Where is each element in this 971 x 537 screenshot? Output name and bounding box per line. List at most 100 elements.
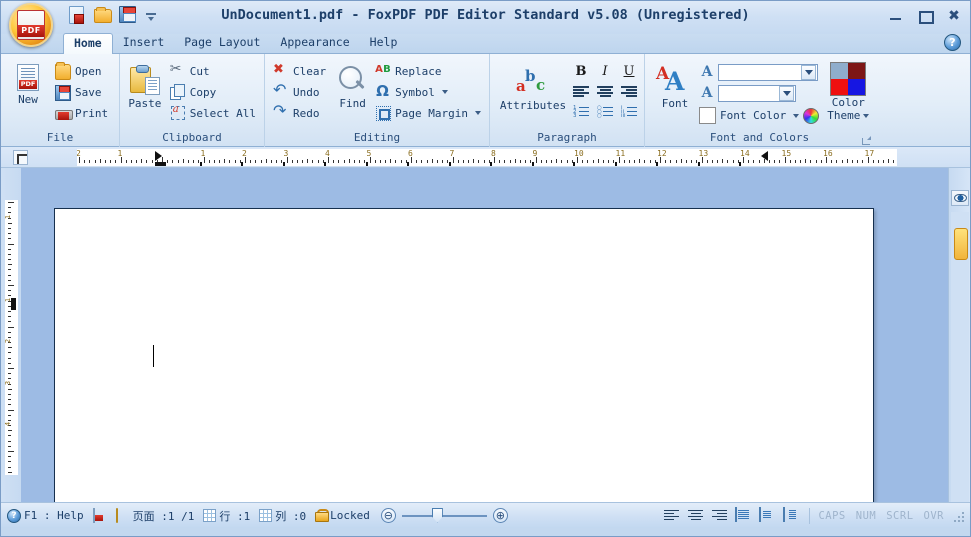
font-color-swatch[interactable] <box>699 107 716 124</box>
font-name-icon: A <box>701 64 713 80</box>
tab-insert[interactable]: Insert <box>113 33 175 53</box>
qat-customize-button[interactable] <box>144 6 163 25</box>
tab-help[interactable]: Help <box>360 33 408 53</box>
page-margin-button[interactable]: Page Margin <box>373 103 485 123</box>
chevron-down-icon[interactable] <box>475 111 481 115</box>
color-wheel-icon[interactable] <box>803 107 820 124</box>
maximize-button[interactable] <box>917 9 934 24</box>
window-controls: ✖ <box>888 9 962 24</box>
clear-button[interactable]: Clear <box>271 61 330 81</box>
zoom-out-button[interactable]: ⊖ <box>380 508 396 523</box>
align-center-icon <box>597 86 613 97</box>
page-view-fit-button[interactable] <box>759 506 777 524</box>
undo-button[interactable]: Undo <box>271 80 330 102</box>
chevron-down-icon[interactable] <box>863 113 870 118</box>
open-button[interactable]: Open <box>53 61 112 81</box>
align-right-button[interactable] <box>618 83 640 100</box>
close-button[interactable]: ✖ <box>946 9 962 23</box>
help-icon[interactable]: ? <box>944 34 961 51</box>
tab-stop-mark[interactable] <box>573 162 579 166</box>
qat-save-button[interactable] <box>119 6 138 25</box>
status-locked[interactable]: Locked <box>315 509 370 522</box>
print-button[interactable]: Print <box>53 103 112 123</box>
tab-stop-mark[interactable] <box>324 162 330 166</box>
save-button[interactable]: Save <box>53 82 112 102</box>
minimize-button[interactable] <box>888 9 904 23</box>
numbered-list-button[interactable]: 123 <box>570 103 592 120</box>
chevron-down-icon[interactable] <box>779 85 794 101</box>
color-theme-button[interactable]: Color Theme <box>827 61 870 122</box>
qat-new-document-button[interactable] <box>69 6 88 25</box>
font-size-combo[interactable] <box>718 84 796 102</box>
tab-stop-mark[interactable] <box>407 162 413 166</box>
chevron-down-icon[interactable] <box>793 113 800 118</box>
chevron-down-icon[interactable] <box>801 64 816 80</box>
bold-button[interactable]: B <box>570 63 592 80</box>
left-indent-marker[interactable] <box>155 151 162 161</box>
tab-stop-mark[interactable] <box>199 162 206 166</box>
chevron-down-icon[interactable] <box>441 90 448 94</box>
align-center-view-button[interactable] <box>687 508 705 524</box>
align-left-view-button[interactable] <box>663 508 681 524</box>
paste-button[interactable]: Paste <box>128 63 162 110</box>
horizontal-ruler[interactable]: 211234567891011121314151617 <box>77 149 897 166</box>
align-right-view-button[interactable] <box>711 508 729 524</box>
copy-button[interactable]: Copy <box>168 82 260 102</box>
multilevel-list-button[interactable]: i ii iii <box>618 103 640 120</box>
zoom-slider-thumb[interactable] <box>431 507 443 523</box>
right-indent-marker[interactable] <box>760 151 768 161</box>
vertical-ruler[interactable]: 11234 <box>1 168 21 502</box>
document-canvas[interactable] <box>21 168 948 502</box>
symbol-button[interactable]: Symbol <box>373 82 485 102</box>
font-color-label[interactable]: Font Color <box>720 109 786 122</box>
tab-stop-mark[interactable] <box>241 162 247 166</box>
tab-stop-left-icon[interactable] <box>13 150 28 165</box>
document-page[interactable] <box>54 208 874 502</box>
font-name-combo[interactable] <box>718 63 818 81</box>
tab-stop-mark[interactable] <box>531 162 538 166</box>
redo-button[interactable]: Redo <box>271 101 330 123</box>
page-view-continuous-button[interactable] <box>783 506 801 524</box>
find-button[interactable]: Find <box>334 63 371 110</box>
select-all-button[interactable]: Select All <box>168 103 260 123</box>
italic-button[interactable]: I <box>594 63 616 80</box>
tab-stop-mark[interactable] <box>656 162 662 166</box>
first-line-indent-marker[interactable] <box>155 162 166 166</box>
tab-stop-mark[interactable] <box>614 162 621 166</box>
attributes-button[interactable]: abc Attributes <box>498 65 568 112</box>
vertical-scrollbar[interactable] <box>951 212 969 502</box>
page-view-single-button[interactable] <box>735 506 753 524</box>
underline-button[interactable]: U <box>618 63 640 80</box>
qat-open-button[interactable] <box>94 6 113 25</box>
zoom-in-button[interactable]: ⊕ <box>492 508 508 523</box>
eye-preview-icon[interactable] <box>951 190 969 206</box>
clear-button-label: Clear <box>293 64 327 78</box>
cut-button[interactable]: Cut <box>168 61 260 81</box>
align-left-button[interactable] <box>570 83 592 100</box>
resize-gripper[interactable] <box>952 510 964 522</box>
status-help[interactable]: ? F1 : Help <box>7 508 84 523</box>
replace-button[interactable]: Replace <box>373 61 485 81</box>
save-button-label: Save <box>75 85 102 99</box>
tab-page-layout[interactable]: Page Layout <box>174 33 270 53</box>
tab-appearance[interactable]: Appearance <box>270 33 359 53</box>
tab-stop-mark[interactable] <box>365 162 372 166</box>
tab-stop-mark[interactable] <box>490 162 496 166</box>
application-menu-orb[interactable]: PDF <box>9 3 53 47</box>
font-dialog-launcher[interactable] <box>862 136 871 145</box>
align-right-icon <box>621 86 637 97</box>
top-margin-marker[interactable] <box>11 298 16 310</box>
tab-stop-mark[interactable] <box>697 162 704 166</box>
tab-home[interactable]: Home <box>63 33 113 54</box>
tab-stop-mark[interactable] <box>448 162 455 166</box>
align-center-button[interactable] <box>594 83 616 100</box>
tab-stop-mark[interactable] <box>739 162 745 166</box>
font-button[interactable]: AA Font <box>653 63 697 110</box>
status-print-button[interactable]: 页面 :1 /1 <box>115 507 194 524</box>
bulleted-list-button[interactable]: ○ ○ ○ <box>594 103 616 120</box>
zoom-slider[interactable] <box>401 507 487 523</box>
tab-stop-mark[interactable] <box>282 162 289 166</box>
new-button[interactable]: PDF New <box>7 62 49 106</box>
status-pdf-button[interactable] <box>92 507 107 523</box>
vertical-scroll-thumb[interactable] <box>954 228 968 260</box>
